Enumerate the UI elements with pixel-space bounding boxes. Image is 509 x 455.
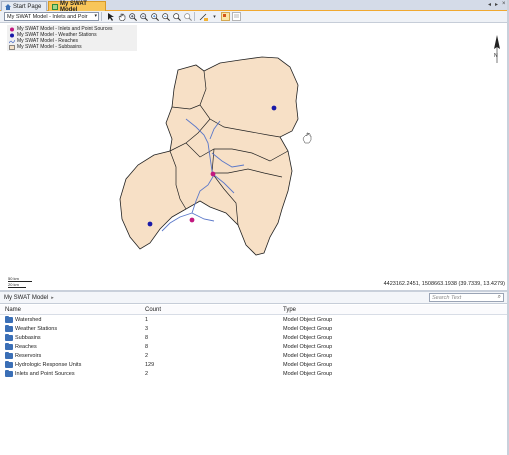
zoom-in-icon[interactable] bbox=[128, 12, 137, 21]
row-count: 2 bbox=[145, 352, 149, 359]
row-name: Inlets and Point Sources bbox=[15, 370, 75, 377]
zoom-in-fixed-icon[interactable] bbox=[150, 12, 159, 21]
folder-icon bbox=[5, 342, 13, 350]
row-name: Subbasins bbox=[15, 334, 41, 341]
model-icon bbox=[52, 3, 58, 10]
row-count: 1 bbox=[145, 316, 149, 323]
map-view[interactable]: My SWAT Model - Inlets and Point Sources… bbox=[0, 23, 509, 290]
table-row[interactable]: Subbasins 8 Model Object Group bbox=[0, 333, 509, 342]
scale-bar: 50 km 20 km bbox=[8, 276, 38, 288]
measure-icon[interactable] bbox=[199, 12, 208, 21]
folder-icon bbox=[5, 333, 13, 341]
zoom-out-fixed-icon[interactable] bbox=[161, 12, 170, 21]
zoom-out-icon[interactable] bbox=[139, 12, 148, 21]
table-row[interactable]: Inlets and Point Sources 2 Model Object … bbox=[0, 369, 509, 378]
row-count: 3 bbox=[145, 325, 149, 332]
weather-station-point bbox=[271, 105, 277, 111]
toolbar-separator bbox=[194, 12, 195, 21]
folder-icon bbox=[5, 360, 13, 368]
folder-icon bbox=[5, 324, 13, 332]
layer-properties-icon[interactable] bbox=[221, 12, 230, 21]
search-placeholder: Search Text bbox=[432, 294, 462, 301]
row-type: Model Object Group bbox=[283, 352, 333, 359]
table-row[interactable]: Reservoirs 2 Model Object Group bbox=[0, 351, 509, 360]
scale-label-bottom: 20 km bbox=[8, 282, 26, 288]
row-count: 2 bbox=[145, 370, 149, 377]
inlet-point bbox=[189, 217, 195, 223]
column-header-name[interactable]: Name bbox=[0, 307, 145, 313]
folder-icon bbox=[5, 351, 13, 359]
identify-icon[interactable] bbox=[183, 12, 192, 21]
layer-list-icon[interactable] bbox=[232, 12, 241, 21]
breadcrumb[interactable]: My SWAT Model bbox=[4, 295, 48, 301]
row-type: Model Object Group bbox=[283, 370, 333, 377]
home-icon bbox=[5, 3, 11, 10]
select-arrow-icon[interactable] bbox=[106, 12, 115, 21]
table-row[interactable]: Watershed 1 Model Object Group bbox=[0, 315, 509, 324]
row-type: Model Object Group bbox=[283, 343, 333, 350]
folder-icon bbox=[5, 369, 13, 377]
chevron-down-icon: ▾ bbox=[94, 13, 97, 19]
row-name: Reservoirs bbox=[15, 352, 42, 359]
table-row[interactable]: Weather Stations 3 Model Object Group bbox=[0, 324, 509, 333]
catalog-table: Name Count Type Watershed 1 Model Object… bbox=[0, 305, 509, 378]
weather-station-point bbox=[147, 221, 153, 227]
table-header: Name Count Type bbox=[0, 305, 509, 315]
coordinate-readout: 4423162.2451, 1508663.1938 (39.7339, 13.… bbox=[383, 281, 505, 287]
tab-my-swat-model[interactable]: My SWAT Model bbox=[48, 1, 106, 13]
folder-icon bbox=[5, 315, 13, 323]
tab-list-icon[interactable]: ◂ bbox=[488, 1, 491, 8]
reach-line bbox=[191, 212, 215, 222]
map-toolbar: My SWAT Model - Inlets and Poir ▾ ▾ bbox=[0, 11, 509, 23]
document-tabstrip: Start Page My SWAT Model ◂ ▸ × bbox=[0, 0, 509, 13]
tab-start-page[interactable]: Start Page bbox=[1, 1, 47, 11]
layer-dropdown-value: My SWAT Model - Inlets and Poir bbox=[7, 13, 88, 20]
row-type: Model Object Group bbox=[283, 316, 333, 323]
toolbar-separator bbox=[101, 12, 102, 21]
search-icon[interactable]: ⌕ bbox=[498, 294, 501, 301]
hand-cursor-icon bbox=[302, 132, 312, 144]
tab-label: Start Page bbox=[13, 3, 42, 10]
row-count: 8 bbox=[145, 343, 149, 350]
tab-scroll-icon[interactable]: ▸ bbox=[495, 1, 498, 8]
full-extent-icon[interactable] bbox=[172, 12, 181, 21]
table-row[interactable]: Hydrologic Response Units 129 Model Obje… bbox=[0, 360, 509, 369]
row-type: Model Object Group bbox=[283, 325, 333, 332]
row-type: Model Object Group bbox=[283, 334, 333, 341]
search-input[interactable]: Search Text ⌕ bbox=[429, 293, 504, 302]
north-label: N bbox=[494, 53, 498, 59]
north-arrow: N bbox=[491, 33, 503, 67]
table-row[interactable]: Reaches 8 Model Object Group bbox=[0, 342, 509, 351]
row-name: Watershed bbox=[15, 316, 42, 323]
chevron-right-icon[interactable]: ▸ bbox=[51, 295, 54, 301]
watershed-map[interactable] bbox=[0, 23, 509, 290]
close-icon[interactable]: × bbox=[502, 1, 506, 7]
watershed-polygon bbox=[119, 56, 299, 256]
row-count: 8 bbox=[145, 334, 149, 341]
pan-hand-icon[interactable] bbox=[117, 12, 126, 21]
row-name: Hydrologic Response Units bbox=[15, 361, 82, 368]
row-type: Model Object Group bbox=[283, 361, 333, 368]
inlet-point bbox=[210, 171, 216, 177]
layer-dropdown[interactable]: My SWAT Model - Inlets and Poir ▾ bbox=[4, 12, 99, 21]
row-name: Weather Stations bbox=[15, 325, 58, 332]
chevron-down-icon[interactable]: ▾ bbox=[210, 12, 219, 21]
catalog-breadcrumb-bar: My SWAT Model ▸ Search Text ⌕ bbox=[0, 292, 509, 304]
column-header-type[interactable]: Type bbox=[283, 307, 509, 313]
row-name: Reaches bbox=[15, 343, 37, 350]
row-count: 129 bbox=[145, 361, 155, 368]
column-header-count[interactable]: Count bbox=[145, 307, 283, 313]
